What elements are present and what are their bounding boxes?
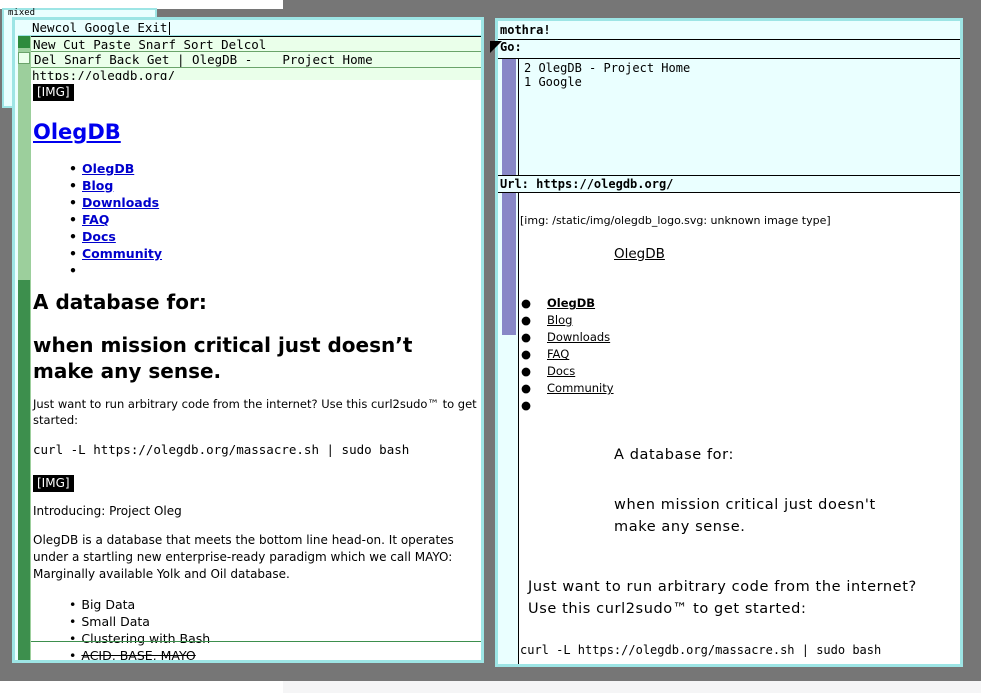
nav-item[interactable]: • FAQ — [69, 211, 162, 228]
scrollbar-thumb[interactable] — [18, 280, 30, 660]
nav-link-faq[interactable]: FAQ — [547, 347, 569, 361]
history-list[interactable]: 2 OlegDB - Project Home 1 Google — [498, 58, 960, 176]
nav-item[interactable]: ● OlegDB — [521, 295, 614, 312]
intro-text: Just want to run arbitrary code from the… — [33, 397, 477, 427]
nav-list: • OlegDB • Blog • Downloads • FAQ • Docs • Com… — [69, 160, 162, 279]
nav-item[interactable]: • Downloads — [69, 194, 162, 211]
list-item: • ACID, BASE, MAYO — [69, 648, 196, 660]
url-bar[interactable]: Url: https://olegdb.org/ — [498, 175, 960, 193]
list-item: • Big Data — [69, 597, 136, 612]
page-content[interactable]: [IMG] OlegDB • OlegDB • Blog • Downloads • F… — [31, 80, 481, 660]
introducing-text: Introducing: Project Oleg — [33, 504, 182, 518]
history-item[interactable]: 1 Google — [524, 75, 690, 89]
mouse-cursor-icon — [490, 41, 502, 53]
desktop-strip — [0, 681, 283, 693]
go-field[interactable]: Go: — [498, 39, 960, 58]
nav-link-docs[interactable]: Docs — [547, 364, 575, 378]
intro-line: Use this curl2sudo™ to get started: — [528, 601, 807, 617]
intro-line: Just want to run arbitrary code from the… — [528, 579, 917, 595]
nav-link-docs[interactable]: Docs — [82, 229, 116, 244]
nav-item[interactable]: ● Blog — [521, 312, 614, 329]
column-tag[interactable]: Newcol Google Exit — [18, 20, 481, 36]
page-scrollbar[interactable] — [502, 193, 516, 335]
nav-link-downloads[interactable]: Downloads — [82, 195, 159, 210]
nav-item[interactable]: • Docs — [69, 228, 162, 245]
window-square[interactable] — [18, 36, 30, 48]
nav-link-olegdb[interactable]: OlegDB — [82, 161, 134, 176]
url-bar-text[interactable]: Url: https://olegdb.org/ — [500, 177, 673, 191]
nav-item[interactable]: • OlegDB — [69, 160, 162, 177]
body-tag-text[interactable]: Del Snarf Back Get | OlegDB - Project Ho… — [34, 52, 373, 67]
list-item: • Small Data — [69, 614, 150, 629]
nav-link-olegdb[interactable]: OlegDB — [547, 296, 595, 310]
acme-column-left[interactable]: Newcol Google Exit New Cut Paste Snarf S… — [12, 17, 484, 663]
window-title: mothra! — [498, 23, 960, 39]
nav-item[interactable]: ● Downloads — [521, 329, 614, 346]
command-text: curl -L https://olegdb.org/massacre.sh |… — [520, 643, 882, 657]
subheadline-line: make any sense. — [614, 519, 746, 535]
subheadline-line: when mission critical just doesn't — [614, 497, 876, 513]
window-tag-text[interactable]: New Cut Paste Snarf Sort Delcol — [33, 37, 266, 52]
scrollbar[interactable] — [18, 36, 31, 660]
go-label: Go: — [500, 40, 522, 54]
window-tag[interactable]: New Cut Paste Snarf Sort Delcol — [18, 36, 481, 52]
subheadline: when mission critical just doesn’t make … — [33, 333, 413, 383]
dirty-square[interactable] — [18, 52, 30, 64]
nav-link-blog[interactable]: Blog — [547, 313, 572, 327]
mothra-window[interactable]: mothra! Go: 2 OlegDB - Project Home 1 Goo… — [495, 18, 963, 667]
desktop-strip — [283, 681, 981, 693]
command-text: curl -L https://olegdb.org/massacre.sh |… — [33, 442, 410, 457]
nav-item[interactable]: • Community — [69, 245, 162, 262]
feature-list: • Big Data • Small Data • Clustering with B… — [69, 596, 210, 660]
body-tag[interactable]: Del Snarf Back Get | OlegDB - Project Ho… — [18, 52, 481, 68]
page-view[interactable]: [img: /static/img/olegdb_logo.svg: unkno… — [498, 193, 960, 664]
nav-list: ● OlegDB ● Blog ● Downloads ● FAQ ● Docs ● Com… — [521, 295, 614, 414]
nav-link-blog[interactable]: Blog — [82, 178, 113, 193]
history-entries[interactable]: 2 OlegDB - Project Home 1 Google — [524, 61, 690, 89]
nav-item[interactable]: ● Community — [521, 380, 614, 397]
column-tag-text[interactable]: Newcol Google Exit — [32, 20, 167, 35]
nav-link-community[interactable]: Community — [547, 381, 614, 395]
nav-link-downloads[interactable]: Downloads — [547, 330, 610, 344]
headline: A database for: — [614, 447, 734, 463]
image-error: [img: /static/img/olegdb_logo.svg: unkno… — [520, 214, 831, 227]
headline: A database for: — [33, 290, 207, 314]
img-placeholder-2: [IMG] — [33, 472, 74, 492]
img-placeholder: [IMG] — [33, 81, 74, 101]
history-item[interactable]: 2 OlegDB - Project Home — [524, 61, 690, 75]
nav-item[interactable]: ● Docs — [521, 363, 614, 380]
site-title-link[interactable]: OlegDB — [614, 246, 665, 262]
nav-item[interactable]: ● FAQ — [521, 346, 614, 363]
nav-item: ● — [521, 398, 532, 412]
history-scrollbar[interactable] — [502, 59, 516, 176]
site-title-link[interactable]: OlegDB — [33, 120, 121, 144]
list-item: • Clustering with Bash — [69, 631, 211, 646]
nav-link-community[interactable]: Community — [82, 246, 162, 261]
nav-link-faq[interactable]: FAQ — [82, 212, 109, 227]
description-text: OlegDB is a database that meets the bott… — [33, 533, 454, 581]
nav-item[interactable]: • Blog — [69, 177, 162, 194]
nav-item: • — [69, 263, 77, 278]
